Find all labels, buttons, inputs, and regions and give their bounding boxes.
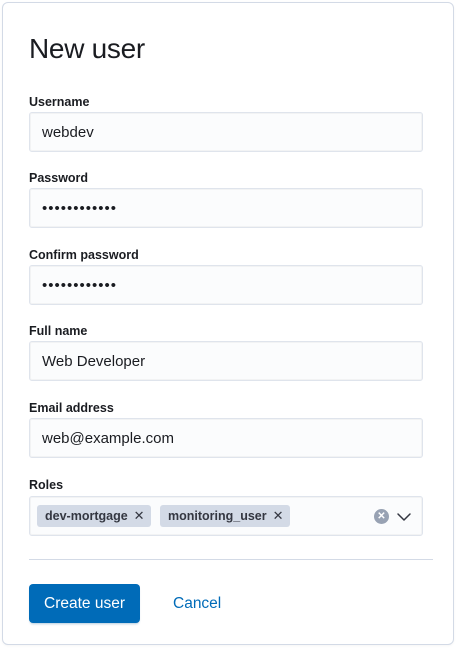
- page-title: New user: [29, 33, 145, 64]
- username-field[interactable]: [29, 112, 423, 152]
- new-user-panel: New user Username Password Confirm passw…: [2, 2, 454, 645]
- confirm-password-label: Confirm password: [29, 248, 139, 262]
- full-name-label: Full name: [29, 324, 88, 338]
- confirm-password-field[interactable]: [29, 265, 423, 305]
- full-name-field[interactable]: [29, 341, 423, 381]
- form-divider: [29, 559, 433, 560]
- role-chip-label: monitoring_user: [168, 509, 267, 523]
- remove-role-icon[interactable]: ✕: [134, 505, 145, 527]
- roles-combobox[interactable]: dev-mortgage ✕ monitoring_user ✕ ✕: [29, 496, 423, 536]
- chevron-down-icon[interactable]: [394, 507, 414, 527]
- create-user-button[interactable]: Create user: [29, 584, 140, 623]
- password-field[interactable]: [29, 188, 423, 228]
- cancel-button[interactable]: Cancel: [163, 584, 231, 623]
- role-chip-dev-mortgage: dev-mortgage ✕: [37, 505, 151, 527]
- remove-role-icon[interactable]: ✕: [273, 505, 284, 527]
- email-label: Email address: [29, 401, 114, 415]
- username-label: Username: [29, 95, 90, 109]
- password-label: Password: [29, 171, 89, 185]
- email-field[interactable]: [29, 418, 423, 458]
- roles-label: Roles: [29, 478, 64, 492]
- clear-icon[interactable]: ✕: [374, 509, 389, 524]
- role-chip-monitoring-user: monitoring_user ✕: [160, 505, 290, 527]
- role-chip-label: dev-mortgage: [45, 509, 128, 523]
